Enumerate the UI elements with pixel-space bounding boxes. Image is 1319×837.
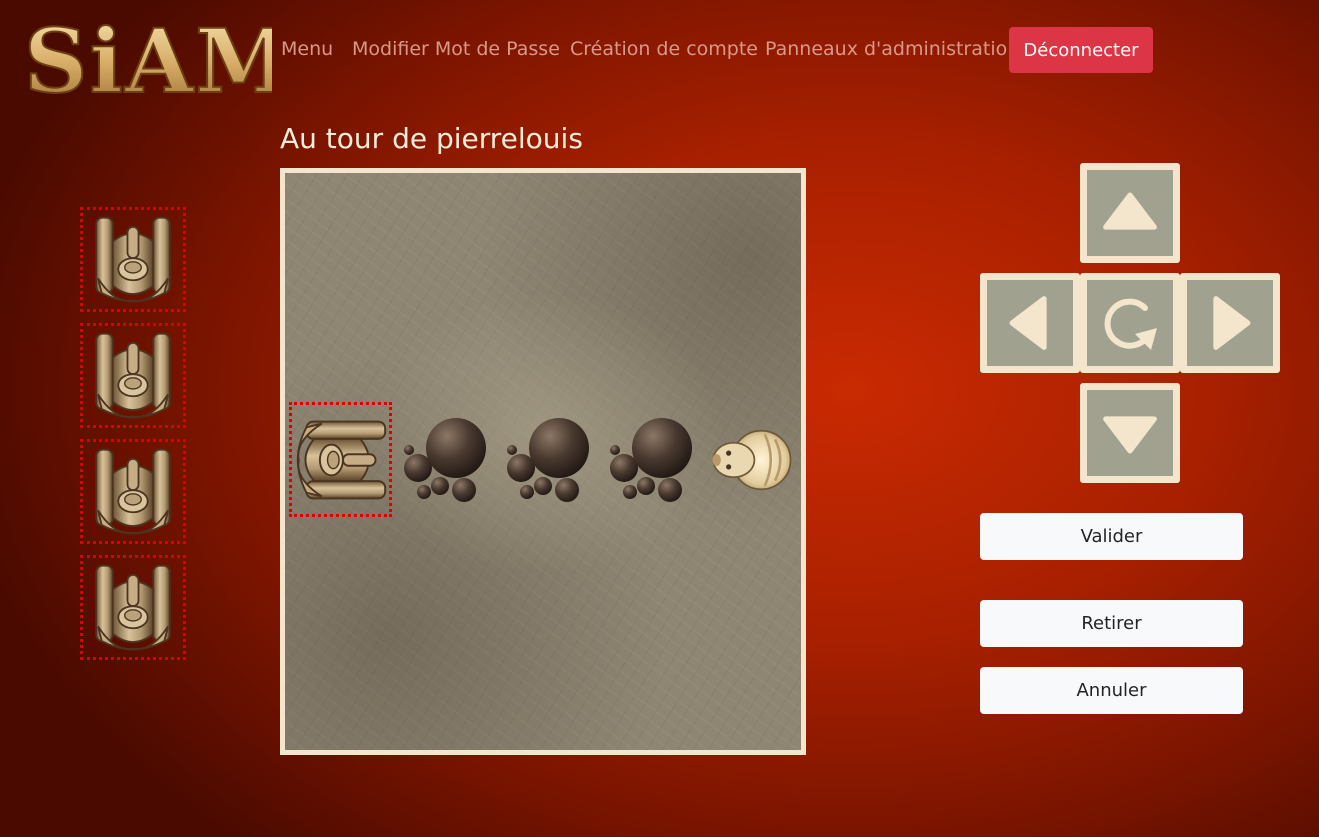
rock-icon <box>394 410 494 510</box>
board-cell-rock[interactable] <box>495 402 598 517</box>
logo-text: SiAM <box>24 10 272 105</box>
reserve-slot[interactable] <box>80 207 186 312</box>
arrow-up-icon <box>1098 181 1162 245</box>
move-up-button[interactable] <box>1080 163 1180 263</box>
rock-icon <box>600 410 700 510</box>
elephant-icon <box>87 444 179 540</box>
elephant-icon <box>87 560 179 656</box>
lion-icon <box>708 417 794 503</box>
rotate-icon <box>1104 298 1157 350</box>
board-cell-elephant[interactable] <box>289 402 392 517</box>
reserve-slot[interactable] <box>80 323 186 428</box>
board-cell-rock[interactable] <box>392 402 495 517</box>
cancel-button[interactable]: Annuler <box>980 667 1243 714</box>
arrow-down-icon <box>1098 401 1162 465</box>
logout-button[interactable]: Déconnecter <box>1009 27 1153 73</box>
withdraw-button[interactable]: Retirer <box>980 600 1243 647</box>
arrow-left-icon <box>998 291 1062 355</box>
elephant-icon <box>87 328 179 424</box>
elephant-icon <box>87 212 179 308</box>
arrow-right-icon <box>1198 291 1262 355</box>
board-cell-lion[interactable] <box>699 402 802 517</box>
rock-icon <box>497 410 597 510</box>
nav-menu-link[interactable]: Menu <box>281 38 333 60</box>
elephant-icon <box>293 412 389 508</box>
board-cell-rock[interactable] <box>598 402 701 517</box>
reserve-slot[interactable] <box>80 439 186 544</box>
validate-button[interactable]: Valider <box>980 513 1243 560</box>
move-down-button[interactable] <box>1080 383 1180 483</box>
nav-create-account-link[interactable]: Création de compte <box>570 38 758 60</box>
move-left-button[interactable] <box>980 273 1080 373</box>
move-right-button[interactable] <box>1180 273 1280 373</box>
siam-logo[interactable]: SiAM <box>22 10 272 105</box>
reserve-slot[interactable] <box>80 555 186 660</box>
rotate-button[interactable] <box>1080 273 1180 373</box>
game-board[interactable] <box>280 168 806 755</box>
turn-indicator: Au tour de pierrelouis <box>280 122 583 155</box>
nav-admin-panel-link[interactable]: Panneaux d'administration <box>765 38 1019 60</box>
nav-change-password-link[interactable]: Modifier Mot de Passe <box>352 38 560 60</box>
